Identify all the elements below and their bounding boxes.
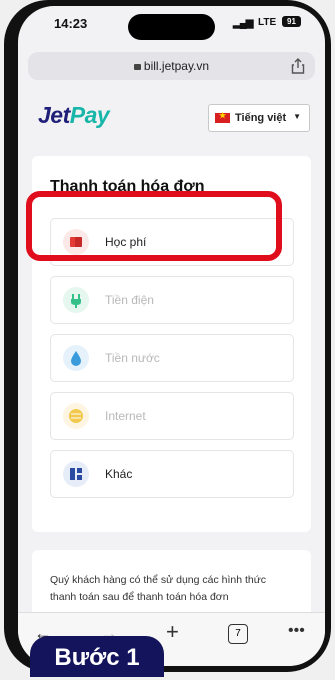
plus-icon[interactable]: + xyxy=(166,619,179,645)
service-item-water[interactable]: Tiền nước xyxy=(50,334,294,382)
language-selector[interactable]: Tiếng việt ▼ xyxy=(208,104,310,132)
wifi-icon xyxy=(63,403,89,429)
network-label: LTE xyxy=(258,17,277,28)
lock-icon xyxy=(133,64,141,70)
url-text: bill.jetpay.vn xyxy=(143,59,210,73)
dynamic-island xyxy=(128,14,215,40)
status-time: 14:23 xyxy=(54,16,88,31)
service-item-electricity[interactable]: Tiền điện xyxy=(50,276,294,324)
step-highlight-frame xyxy=(26,191,282,261)
water-drop-icon xyxy=(63,345,89,371)
service-label: Internet xyxy=(105,409,146,423)
share-icon[interactable] xyxy=(291,58,305,74)
site-header: JetPay Tiếng việt ▼ xyxy=(18,88,325,148)
more-dots-icon[interactable]: ••• xyxy=(288,622,305,640)
jetpay-logo[interactable]: JetPay xyxy=(38,102,110,129)
vietnam-flag-icon xyxy=(215,111,230,123)
caret-down-icon: ▼ xyxy=(293,112,301,121)
language-label: Tiếng việt xyxy=(235,112,287,124)
phone-screen: 14:23 ▂▄▆ LTE 91 bill.jetpay.vn JetPay T… xyxy=(18,6,325,666)
battery-icon: 91 xyxy=(282,16,301,27)
service-label: Tiền điện xyxy=(105,293,154,307)
info-text: Quý khách hàng có thể sử dụng các hình t… xyxy=(50,574,267,603)
phone-frame: 14:23 ▂▄▆ LTE 91 bill.jetpay.vn JetPay T… xyxy=(4,0,331,672)
signal-icon: ▂▄▆ xyxy=(233,18,253,29)
service-label: Khác xyxy=(105,467,133,481)
plug-icon xyxy=(63,287,89,313)
page-content: JetPay Tiếng việt ▼ Thanh toán hóa đơn H… xyxy=(18,88,325,640)
service-item-internet[interactable]: Internet xyxy=(50,392,294,440)
address-bar[interactable]: bill.jetpay.vn xyxy=(28,52,315,80)
url-display: bill.jetpay.vn xyxy=(28,59,315,73)
service-item-other[interactable]: Khác xyxy=(50,450,294,498)
service-label: Tiền nước xyxy=(105,351,160,365)
status-bar: 14:23 ▂▄▆ LTE 91 xyxy=(18,6,325,46)
tabs-button[interactable]: 7 xyxy=(228,624,248,644)
grid-icon xyxy=(63,461,89,487)
step-badge: Bước 1 xyxy=(30,636,164,677)
